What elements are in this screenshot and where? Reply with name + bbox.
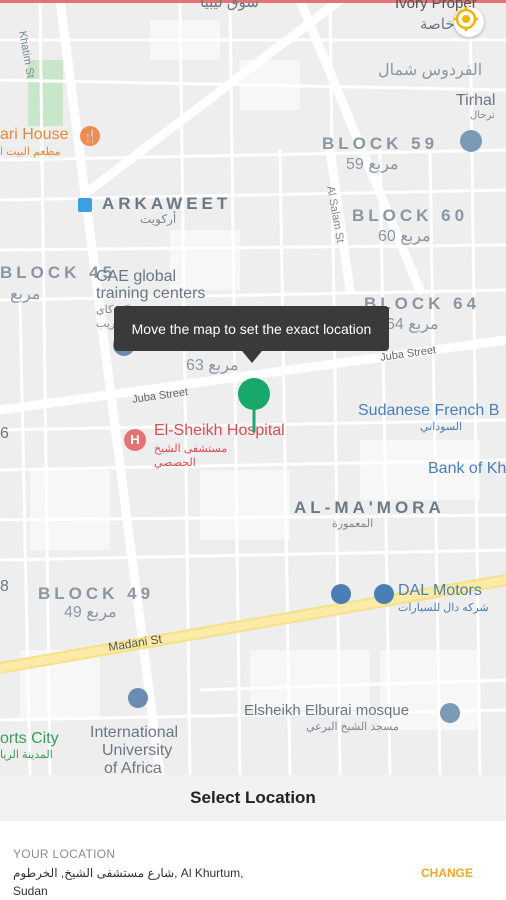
map-label: أركويت [140,212,177,226]
map-label: CAE global [96,268,177,285]
map-label: International [90,724,179,741]
map-label: سوق ليبيا [200,0,259,11]
map-label: مربع [10,286,41,303]
map-label: مربع 59 [346,156,399,173]
mosque-icon[interactable] [440,703,460,723]
map-label: خاصة [420,16,455,33]
map-label: BLOCK 59 [322,134,439,153]
map-label: Elsheikh Elburai mosque [244,702,410,719]
restaurant-icon[interactable]: 🍴 [80,126,100,146]
map-label: Sudanese French B [358,402,500,419]
shopping-bag-icon[interactable] [374,584,394,604]
your-location-label: YOUR LOCATION [13,847,116,861]
location-panel: YOUR LOCATION شارع مستشفى الشيخ, الخرطوم… [0,821,506,900]
map-label: المدينة الريا [0,749,53,761]
map-label: training centers [96,285,206,302]
map-label: المعمورة [332,518,374,530]
my-location-button[interactable] [454,7,484,37]
tooltip-arrow [242,351,262,363]
select-location-title: Select Location [0,775,506,821]
map-label: السوداني [420,421,463,433]
change-button[interactable]: CHANGE [421,866,473,880]
map-label: مستشفى الشيخ [154,443,228,455]
map-label: BLOCK 49 [38,584,155,603]
shopping-cart-icon[interactable] [331,584,351,604]
hospital-icon[interactable]: H [124,429,146,451]
map-label: AL-MA'MORA [294,498,445,517]
map-label: مربع 49 [64,604,117,621]
map-label: ARKAWEET [102,194,232,213]
location-pin-icon[interactable] [460,130,482,152]
map-pin-icon[interactable] [236,378,272,434]
map-label: مسجد الشيخ البرعي [306,721,399,733]
map-label: orts City [0,730,59,747]
map-label: DAL Motors [398,582,482,599]
crosshair-icon [454,7,478,31]
bus-stop-icon[interactable] [78,198,92,212]
school-icon[interactable] [128,688,148,708]
map-label: University [102,742,173,759]
map-label: Tirhal [456,92,496,109]
map-label: الحصصي [154,457,196,469]
map-hint-tooltip: Move the map to set the exact location [114,306,389,351]
map-view[interactable]: سوق ليبيا Ivory Proper خاصة الفردوس شمال… [0,0,506,775]
map-label: مطعم البيت ا [0,146,61,158]
map-label: ترحال [470,110,495,121]
map-label: مربع 64 [386,316,439,333]
map-label: شركه دال للسيارات [398,602,489,614]
map-label: مربع 60 [378,228,431,245]
map-label: مربع 63 [186,357,239,374]
address-text: شارع مستشفى الشيخ, الخرطوم, Al Khurtum, … [13,866,244,898]
map-label: of Africa [104,760,162,775]
map-label: 8 [0,578,9,595]
map-label: ari House [0,126,69,143]
map-label: 6 [0,425,9,442]
map-label: Bank of Kh [428,460,506,477]
map-label: BLOCK 60 [352,206,469,225]
map-label: الفردوس شمال [378,62,483,79]
